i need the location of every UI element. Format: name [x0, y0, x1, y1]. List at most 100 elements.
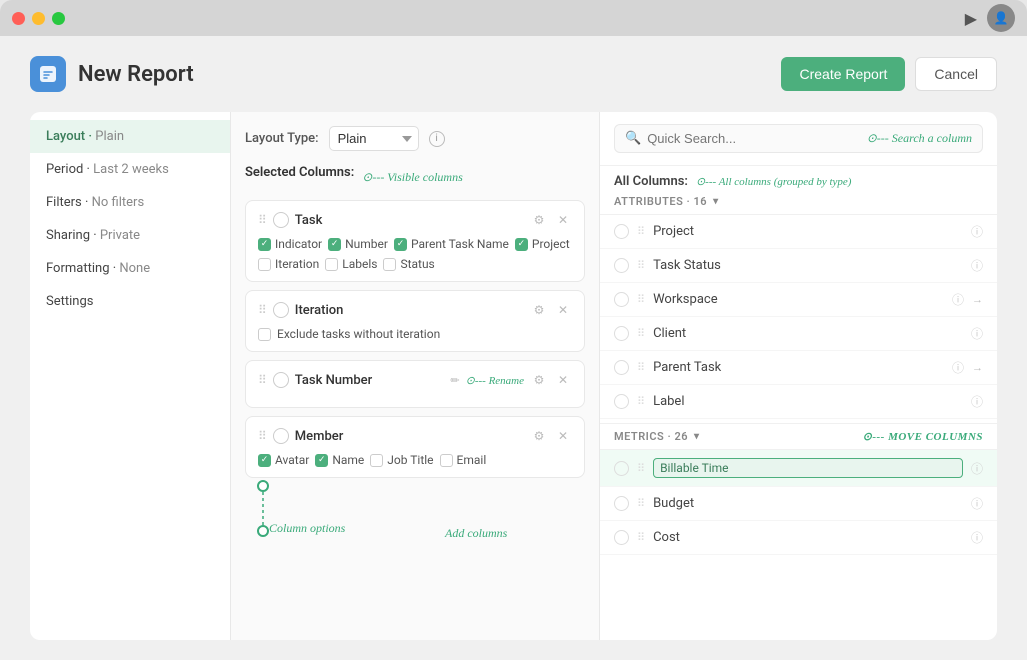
- status-checkbox[interactable]: [383, 258, 396, 271]
- sidebar-item-period[interactable]: Period · Last 2 weeks: [30, 153, 230, 186]
- exclude-option[interactable]: Exclude tasks without iteration: [258, 327, 572, 341]
- budget-col-checkbox[interactable]: [614, 496, 629, 511]
- workspace-info[interactable]: ⓘ: [952, 291, 964, 308]
- task-settings-btn[interactable]: ⚙: [530, 211, 548, 229]
- project-list-item[interactable]: ⠿ Project ⓘ: [600, 215, 997, 249]
- workspace-col-checkbox[interactable]: [614, 292, 629, 307]
- name-checkbox[interactable]: ✓: [315, 454, 328, 467]
- iteration-settings-btn[interactable]: ⚙: [530, 301, 548, 319]
- iteration-card-checkbox[interactable]: [273, 302, 289, 318]
- task-number-checkbox[interactable]: [273, 372, 289, 388]
- maximize-button[interactable]: [52, 12, 65, 25]
- sub-job-title[interactable]: Job Title: [370, 453, 433, 467]
- layout-info-icon[interactable]: i: [429, 131, 445, 147]
- project-info[interactable]: ⓘ: [971, 223, 983, 240]
- member-card-checkbox[interactable]: [273, 428, 289, 444]
- labels-checkbox[interactable]: [325, 258, 338, 271]
- sub-project[interactable]: ✓ Project: [515, 237, 570, 251]
- budget-item-name: Budget: [653, 496, 963, 511]
- avatar-checkbox[interactable]: ✓: [258, 454, 271, 467]
- attributes-group-header[interactable]: ATTRIBUTES · 16 ▾: [600, 189, 997, 215]
- task-drag-handle[interactable]: ⠿: [258, 213, 267, 227]
- member-close-btn[interactable]: ✕: [554, 427, 572, 445]
- billable-time-list-item[interactable]: ⠿ Billable Time ⓘ: [600, 450, 997, 487]
- sub-labels[interactable]: Labels: [325, 257, 377, 271]
- sub-parent-task-name[interactable]: ✓ Parent Task Name: [394, 237, 509, 251]
- task-number-close-btn[interactable]: ✕: [554, 371, 572, 389]
- sub-status[interactable]: Status: [383, 257, 434, 271]
- parent-task-name-checkbox[interactable]: ✓: [394, 238, 407, 251]
- job-title-checkbox[interactable]: [370, 454, 383, 467]
- cost-col-checkbox[interactable]: [614, 530, 629, 545]
- workspace-arrow: →: [972, 293, 983, 306]
- play-icon[interactable]: ▶: [965, 9, 977, 28]
- client-info[interactable]: ⓘ: [971, 325, 983, 342]
- attributes-label: ATTRIBUTES · 16: [614, 195, 707, 208]
- cost-info[interactable]: ⓘ: [971, 529, 983, 546]
- annotation-search-column: ⊙--- Search a column: [867, 131, 972, 146]
- label-info[interactable]: ⓘ: [971, 393, 983, 410]
- parent-task-list-item[interactable]: ⠿ Parent Task ⓘ →: [600, 351, 997, 385]
- member-drag-handle[interactable]: ⠿: [258, 429, 267, 443]
- cancel-button[interactable]: Cancel: [915, 57, 997, 91]
- sub-number[interactable]: ✓ Number: [328, 237, 388, 251]
- parent-task-info[interactable]: ⓘ: [952, 359, 964, 376]
- sidebar-item-sharing[interactable]: Sharing · Private: [30, 219, 230, 252]
- task-close-btn[interactable]: ✕: [554, 211, 572, 229]
- parent-task-col-checkbox[interactable]: [614, 360, 629, 375]
- exclude-checkbox[interactable]: [258, 328, 271, 341]
- task-checkbox[interactable]: [273, 212, 289, 228]
- billable-time-drag: ⠿: [637, 462, 645, 475]
- annotation-all-columns: ⊙--- All columns (grouped by type): [696, 175, 852, 188]
- search-box: 🔍 ⊙--- Search a column: [614, 124, 983, 153]
- label-col-checkbox[interactable]: [614, 394, 629, 409]
- metrics-group-header[interactable]: METRICS · 26 ▾ ⊙--- Move columns: [600, 423, 997, 450]
- sub-name[interactable]: ✓ Name: [315, 453, 364, 467]
- task-number-drag-handle[interactable]: ⠿: [258, 373, 267, 387]
- avatar[interactable]: 👤: [987, 4, 1015, 32]
- member-settings-btn[interactable]: ⚙: [530, 427, 548, 445]
- sidebar-item-settings[interactable]: Settings: [30, 285, 230, 318]
- task-status-col-checkbox[interactable]: [614, 258, 629, 273]
- indicator-checkbox[interactable]: ✓: [258, 238, 271, 251]
- billable-time-col-checkbox[interactable]: [614, 461, 629, 476]
- task-status-list-item[interactable]: ⠿ Task Status ⓘ: [600, 249, 997, 283]
- billable-time-input[interactable]: Billable Time: [653, 458, 963, 478]
- create-report-button[interactable]: Create Report: [781, 57, 905, 91]
- task-status-info[interactable]: ⓘ: [971, 257, 983, 274]
- budget-info[interactable]: ⓘ: [971, 495, 983, 512]
- layout-type-select[interactable]: Plain Table Summary: [329, 126, 419, 151]
- email-checkbox[interactable]: [440, 454, 453, 467]
- task-card-header: ⠿ Task ⚙ ✕: [258, 211, 572, 229]
- billable-time-info[interactable]: ⓘ: [971, 460, 983, 477]
- cost-list-item[interactable]: ⠿ Cost ⓘ: [600, 521, 997, 555]
- sub-indicator[interactable]: ✓ Indicator: [258, 237, 322, 251]
- label-list-item[interactable]: ⠿ Label ⓘ: [600, 385, 997, 419]
- budget-list-item[interactable]: ⠿ Budget ⓘ: [600, 487, 997, 521]
- sidebar-item-formatting[interactable]: Formatting · None: [30, 252, 230, 285]
- content-area: Layout · Plain Period · Last 2 weeks Fil…: [30, 112, 997, 640]
- iteration-column-card: ⠿ Iteration ⚙ ✕ Exclude tasks without it…: [245, 290, 585, 352]
- iteration-drag-handle[interactable]: ⠿: [258, 303, 267, 317]
- workspace-list-item[interactable]: ⠿ Workspace ⓘ →: [600, 283, 997, 317]
- search-input[interactable]: [647, 131, 853, 146]
- project-checkbox[interactable]: ✓: [515, 238, 528, 251]
- workspace-drag: ⠿: [637, 293, 645, 306]
- sidebar-item-layout[interactable]: Layout · Plain: [30, 120, 230, 153]
- client-list-item[interactable]: ⠿ Client ⓘ: [600, 317, 997, 351]
- iteration-checkbox[interactable]: [258, 258, 271, 271]
- sub-email[interactable]: Email: [440, 453, 487, 467]
- sidebar-item-filters[interactable]: Filters · No filters: [30, 186, 230, 219]
- sub-iteration[interactable]: Iteration: [258, 257, 319, 271]
- client-col-checkbox[interactable]: [614, 326, 629, 341]
- member-sub-options: ✓ Avatar ✓ Name Job Title: [258, 453, 572, 467]
- task-column-card: ⠿ Task ⚙ ✕ ✓ Indicator: [245, 200, 585, 282]
- sub-avatar[interactable]: ✓ Avatar: [258, 453, 309, 467]
- rename-icon[interactable]: ✏: [450, 374, 459, 387]
- task-number-settings-btn[interactable]: ⚙: [530, 371, 548, 389]
- number-checkbox[interactable]: ✓: [328, 238, 341, 251]
- project-col-checkbox[interactable]: [614, 224, 629, 239]
- close-button[interactable]: [12, 12, 25, 25]
- iteration-close-btn[interactable]: ✕: [554, 301, 572, 319]
- minimize-button[interactable]: [32, 12, 45, 25]
